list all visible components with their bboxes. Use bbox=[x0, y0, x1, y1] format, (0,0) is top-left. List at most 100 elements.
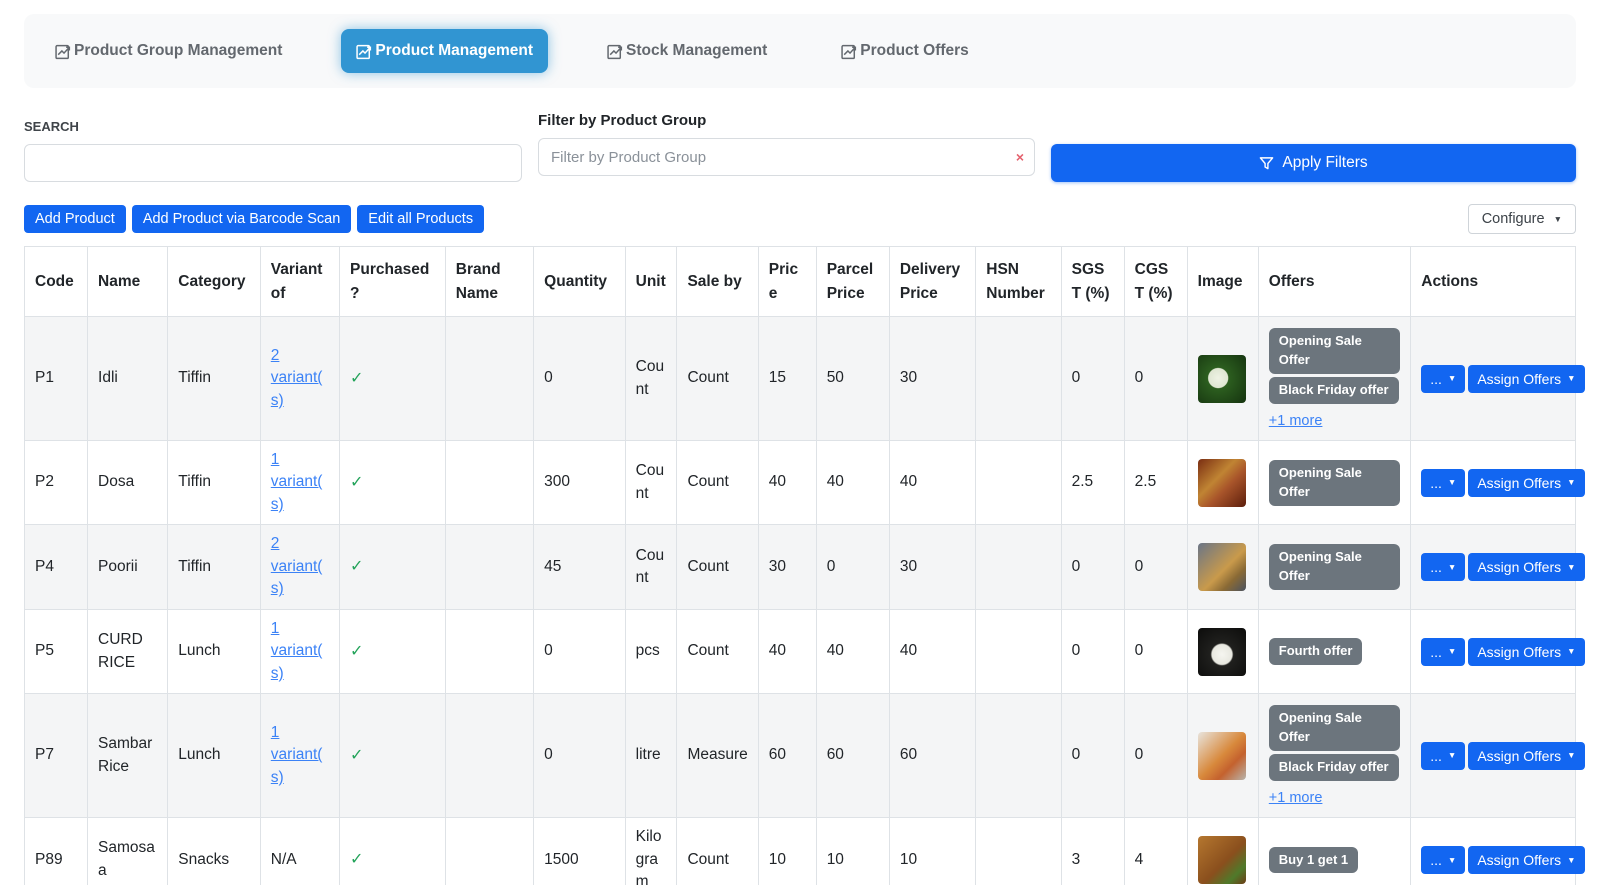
variant-link[interactable]: 1 variant(s) bbox=[271, 620, 323, 682]
cell-name: Sambar Rice bbox=[88, 694, 168, 818]
offer-badge: Opening Sale Offer bbox=[1269, 705, 1400, 751]
cell-price: 15 bbox=[758, 317, 816, 441]
col-parcel-price: Parcel Price bbox=[816, 247, 889, 317]
variant-link[interactable]: 2 variant(s) bbox=[271, 535, 323, 597]
cell-parcel-price: 10 bbox=[816, 818, 889, 885]
more-offers-link[interactable]: +1 more bbox=[1269, 411, 1323, 432]
image-cell bbox=[1187, 525, 1258, 609]
offer-badge: Buy 1 get 1 bbox=[1269, 847, 1358, 874]
product-image bbox=[1198, 836, 1246, 884]
col-variant-of: Variant of bbox=[260, 247, 339, 317]
cell-brand bbox=[445, 525, 533, 609]
offer-badge: Opening Sale Offer bbox=[1269, 544, 1400, 590]
more-actions-button[interactable]: ... ▼ bbox=[1421, 846, 1465, 874]
configure-label: Configure bbox=[1482, 211, 1545, 227]
product-table-body: P1 Idli Tiffin 2 variant(s) ✓ 0 Count Co… bbox=[25, 317, 1576, 885]
cell-brand bbox=[445, 317, 533, 441]
product-group-filter-input[interactable] bbox=[538, 138, 1035, 176]
more-actions-button[interactable]: ... ▼ bbox=[1421, 553, 1465, 581]
check-icon: ✓ bbox=[350, 851, 363, 868]
actions-cell: ... ▼ Assign Offers ▼ bbox=[1411, 694, 1576, 818]
cell-delivery-price: 40 bbox=[889, 441, 975, 525]
assign-offers-button[interactable]: Assign Offers ▼ bbox=[1468, 553, 1584, 581]
cell-sale-by: Count bbox=[677, 818, 758, 885]
variant-cell: 1 variant(s) bbox=[260, 441, 339, 525]
col-actions: Actions bbox=[1411, 247, 1576, 317]
assign-offers-button[interactable]: Assign Offers ▼ bbox=[1468, 469, 1584, 497]
caret-down-icon: ▼ bbox=[1448, 563, 1456, 572]
assign-offers-button[interactable]: Assign Offers ▼ bbox=[1468, 742, 1584, 770]
more-actions-label: ... bbox=[1430, 559, 1442, 575]
cell-cgst: 2.5 bbox=[1124, 441, 1187, 525]
more-actions-label: ... bbox=[1430, 644, 1442, 660]
more-actions-button[interactable]: ... ▼ bbox=[1421, 638, 1465, 666]
purchased-cell: ✓ bbox=[340, 818, 446, 885]
tab-label: Product Group Management bbox=[74, 42, 282, 60]
more-actions-label: ... bbox=[1430, 475, 1442, 491]
caret-down-icon: ▼ bbox=[1448, 751, 1456, 760]
assign-offers-label: Assign Offers bbox=[1477, 559, 1561, 575]
cell-category: Tiffin bbox=[168, 441, 260, 525]
cell-hsn bbox=[976, 441, 1061, 525]
cell-sale-by: Count bbox=[677, 525, 758, 609]
caret-down-icon: ▼ bbox=[1448, 374, 1456, 383]
cell-sale-by: Measure bbox=[677, 694, 758, 818]
assign-offers-button[interactable]: Assign Offers ▼ bbox=[1468, 846, 1584, 874]
col-sale-by: Sale by bbox=[677, 247, 758, 317]
cell-unit: Kilo gram bbox=[625, 818, 677, 885]
assign-offers-button[interactable]: Assign Offers ▼ bbox=[1468, 638, 1584, 666]
add-product-button[interactable]: Add Product bbox=[24, 205, 126, 233]
product-table: Code Name Category Variant of Purchased?… bbox=[24, 246, 1576, 885]
tab-label: Stock Management bbox=[626, 42, 767, 60]
col-hsn-number: HSN Number bbox=[976, 247, 1061, 317]
assign-offers-button[interactable]: Assign Offers ▼ bbox=[1468, 365, 1584, 393]
variant-link[interactable]: 1 variant(s) bbox=[271, 451, 323, 513]
more-actions-button[interactable]: ... ▼ bbox=[1421, 742, 1465, 770]
cell-hsn bbox=[976, 609, 1061, 693]
search-label: SEARCH bbox=[24, 119, 522, 134]
add-product-barcode-button[interactable]: Add Product via Barcode Scan bbox=[132, 205, 351, 233]
assign-offers-label: Assign Offers bbox=[1477, 475, 1561, 491]
offers-cell: Buy 1 get 1 bbox=[1258, 818, 1410, 885]
tab-product-offers[interactable]: Product Offers bbox=[826, 29, 984, 73]
purchased-cell: ✓ bbox=[340, 317, 446, 441]
image-cell bbox=[1187, 441, 1258, 525]
col-quantity: Quantity bbox=[534, 247, 625, 317]
cell-price: 60 bbox=[758, 694, 816, 818]
tab-product-group-management[interactable]: Product Group Management bbox=[40, 29, 297, 73]
chart-icon bbox=[356, 43, 373, 60]
edit-all-products-button[interactable]: Edit all Products bbox=[357, 205, 484, 233]
variant-link[interactable]: 2 variant(s) bbox=[271, 347, 323, 409]
cell-category: Tiffin bbox=[168, 525, 260, 609]
filter-icon bbox=[1259, 156, 1274, 171]
more-actions-label: ... bbox=[1430, 371, 1442, 387]
apply-filters-button[interactable]: Apply Filters bbox=[1051, 144, 1576, 182]
col-category: Category bbox=[168, 247, 260, 317]
tab-bar: Product Group Management Product Managem… bbox=[24, 14, 1576, 88]
variant-cell: 1 variant(s) bbox=[260, 609, 339, 693]
assign-offers-label: Assign Offers bbox=[1477, 852, 1561, 868]
more-actions-button[interactable]: ... ▼ bbox=[1421, 469, 1465, 497]
clear-filter-icon[interactable]: × bbox=[1016, 150, 1024, 164]
actions-cell: ... ▼ Assign Offers ▼ bbox=[1411, 441, 1576, 525]
variant-link[interactable]: 1 variant(s) bbox=[271, 724, 323, 786]
col-brand-name: Brand Name bbox=[445, 247, 533, 317]
actions-cell: ... ▼ Assign Offers ▼ bbox=[1411, 317, 1576, 441]
search-input[interactable] bbox=[24, 144, 522, 182]
more-offers-link[interactable]: +1 more bbox=[1269, 788, 1323, 809]
col-image: Image bbox=[1187, 247, 1258, 317]
assign-offers-label: Assign Offers bbox=[1477, 371, 1561, 387]
cell-quantity: 1500 bbox=[534, 818, 625, 885]
configure-dropdown-button[interactable]: Configure ▼ bbox=[1468, 204, 1576, 234]
image-cell bbox=[1187, 317, 1258, 441]
col-code: Code bbox=[25, 247, 88, 317]
tab-product-management[interactable]: Product Management bbox=[341, 29, 548, 73]
table-header-row: Code Name Category Variant of Purchased?… bbox=[25, 247, 1576, 317]
offers-cell: Opening Sale Offer bbox=[1258, 441, 1410, 525]
cell-cgst: 0 bbox=[1124, 525, 1187, 609]
tab-stock-management[interactable]: Stock Management bbox=[592, 29, 782, 73]
image-cell bbox=[1187, 609, 1258, 693]
cell-hsn bbox=[976, 694, 1061, 818]
more-actions-button[interactable]: ... ▼ bbox=[1421, 365, 1465, 393]
offers-cell: Opening Sale OfferBlack Friday offer+1 m… bbox=[1258, 317, 1410, 441]
